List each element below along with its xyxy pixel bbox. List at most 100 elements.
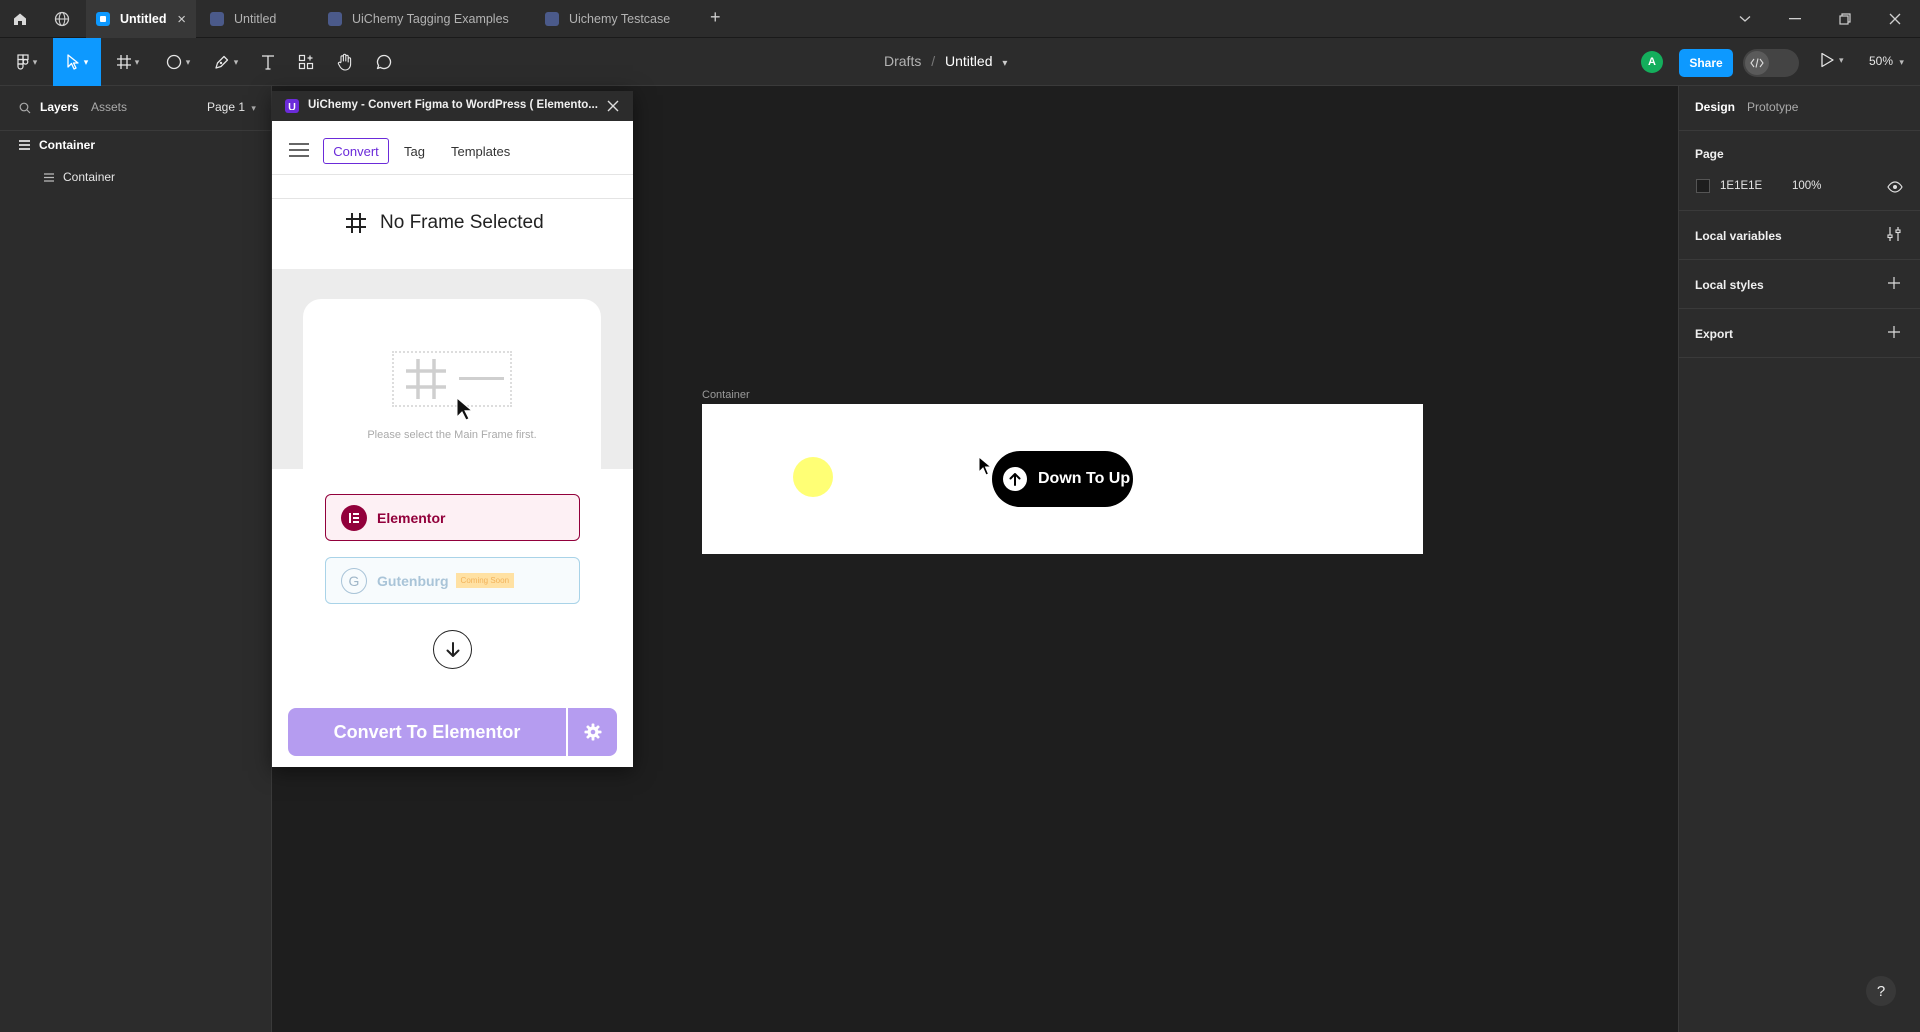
layer-row[interactable]: Container [0,132,272,158]
pen-icon [214,54,230,70]
hand-tool[interactable] [329,38,361,86]
chevron-down-icon[interactable] [1720,0,1770,38]
resources-tool[interactable] [290,38,322,86]
variables-icon[interactable] [1887,226,1901,242]
maximize-icon[interactable] [1820,0,1870,38]
elementor-label: Elementor [377,509,446,526]
auto-layout-icon [19,140,30,150]
dev-mode-toggle[interactable] [1743,49,1799,77]
export-label: Export [1695,327,1734,341]
chevron-down-icon: ▾ [233,56,239,67]
gutenburg-option[interactable]: G Gutenburg Coming Soon [325,557,580,604]
figma-file-icon [545,12,559,26]
page-select-value: Page 1 [207,100,246,114]
layer-row[interactable]: Container [0,164,272,190]
plus-icon[interactable] [1888,326,1900,338]
tab-tag[interactable]: Tag [404,144,425,159]
local-styles-label: Local styles [1695,278,1764,292]
search-icon[interactable] [19,102,31,114]
page-heading: Page [1695,147,1724,161]
divider [272,174,633,175]
frame-icon [116,55,131,69]
minimize-icon[interactable] [1770,0,1820,38]
page-section: Page 1E1E1E 100% [1679,131,1920,211]
zoom-control[interactable]: 50% ▾ [1869,54,1904,68]
play-icon [1820,52,1834,68]
settings-button[interactable] [568,708,617,756]
move-icon [66,54,80,70]
page-color-value[interactable]: 1E1E1E [1720,180,1762,192]
preview-card: Please select the Main Frame first. [303,299,601,499]
tab-uichemy-testcase[interactable]: Uichemy Testcase [535,0,705,38]
cursor-icon [456,397,474,421]
tab-untitled-active[interactable]: Untitled × [86,0,196,38]
layer-label: Container [63,170,116,184]
chevron-down-icon: ▾ [251,103,256,113]
arrow-down-circle-icon[interactable] [433,630,472,669]
export-section[interactable]: Export [1679,309,1920,358]
local-variables-section[interactable]: Local variables [1679,211,1920,260]
close-icon[interactable] [1870,0,1920,38]
tab-design[interactable]: Design [1695,100,1735,114]
tab-layers[interactable]: Layers [40,100,79,114]
help-button[interactable]: ? [1866,976,1896,1006]
text-icon [261,54,275,70]
move-tool[interactable]: ▾ [53,38,101,86]
chevron-down-icon: ▾ [134,56,140,67]
frame-label[interactable]: Container [702,389,750,401]
tab-convert[interactable]: Convert [323,138,389,164]
avatar[interactable]: A [1641,51,1663,73]
local-styles-section[interactable]: Local styles [1679,260,1920,309]
tab-templates[interactable]: Templates [451,144,510,159]
chevron-down-icon: ▾ [1899,57,1904,67]
no-frame-label: No Frame Selected [380,212,544,233]
figma-file-icon [210,12,224,26]
frame-tool[interactable]: ▾ [108,38,148,86]
hint-text: Please select the Main Frame first. [367,429,537,441]
share-button[interactable]: Share [1679,49,1733,77]
tab-label: Untitled [120,12,167,26]
page-opacity-value[interactable]: 100% [1792,180,1821,192]
chevron-down-icon[interactable]: ▾ [1002,58,1007,69]
shape-tool[interactable]: ▾ [158,38,198,86]
present-button[interactable]: ▾ [1820,52,1844,68]
tab-prototype[interactable]: Prototype [1747,100,1798,114]
main-menu-button[interactable]: ▾ [8,38,46,86]
chevron-down-icon: ▾ [185,56,191,67]
divider [0,130,272,131]
tab-assets[interactable]: Assets [91,100,127,114]
plugin-title: UiChemy - Convert Figma to WordPress ( E… [308,99,598,111]
tab-label: UiChemy Tagging Examples [352,12,509,26]
close-icon[interactable] [606,99,620,113]
figma-menu-icon [17,54,29,70]
tab-uichemy-tagging-examples[interactable]: UiChemy Tagging Examples [318,0,528,38]
cursor-highlight [793,457,833,497]
convert-to-elementor-button[interactable]: Convert To Elementor [288,708,566,756]
add-tab-button[interactable]: + [710,7,721,28]
breadcrumb: Drafts / Untitled ▾ [884,53,1007,69]
globe-icon[interactable] [42,0,82,38]
down-to-up-button[interactable]: Down To Up [992,451,1133,507]
arrow-up-circle-icon [1003,467,1027,491]
page-select[interactable]: Page 1 ▾ [207,100,256,114]
comment-tool[interactable] [368,38,400,86]
container-frame[interactable]: Down To Up [702,404,1423,554]
hamburger-icon[interactable] [289,143,309,157]
eye-icon[interactable] [1887,181,1903,193]
tab-bar: Untitled × Untitled UiChemy Tagging Exam… [0,0,1920,38]
home-icon[interactable] [0,0,40,38]
divider [272,198,633,199]
gutenburg-logo-icon: G [341,567,367,594]
elementor-option[interactable]: Elementor [325,494,580,541]
down-to-up-label: Down To Up [1038,470,1131,487]
text-tool[interactable] [252,38,284,86]
gutenburg-label: Gutenburg [377,572,449,589]
plus-icon[interactable] [1888,277,1900,289]
comment-icon [376,54,392,70]
file-title[interactable]: Untitled [945,53,992,69]
page-color-swatch[interactable] [1696,179,1710,193]
breadcrumb-drafts[interactable]: Drafts [884,53,921,69]
pen-tool[interactable]: ▾ [206,38,246,86]
tab-untitled[interactable]: Untitled [200,0,310,38]
close-tab-icon[interactable]: × [177,11,186,28]
